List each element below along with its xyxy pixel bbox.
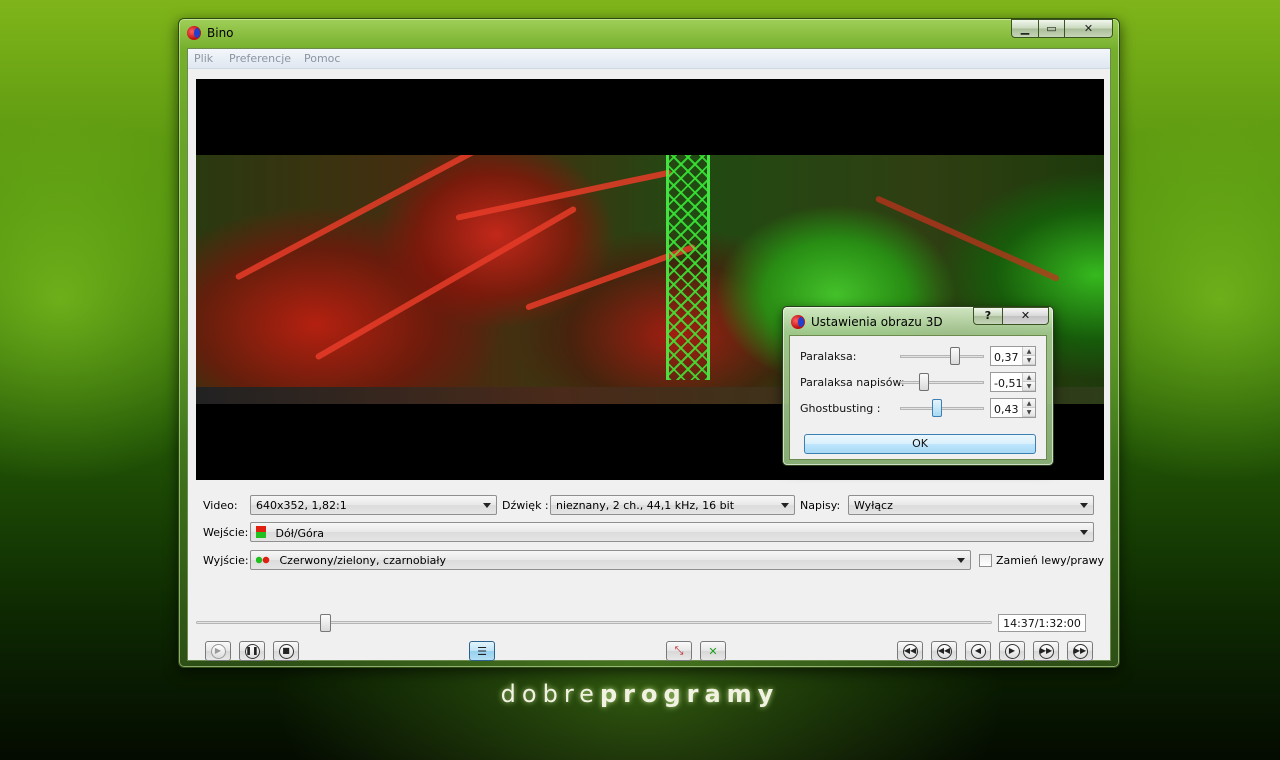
spin-down-icon[interactable]: ▼	[1023, 356, 1035, 365]
ghostbusting-slider[interactable]	[900, 407, 984, 410]
output-combo[interactable]: Czerwony/zielony, czarnobiały	[250, 550, 971, 570]
parallax-label: Paralaksa:	[800, 350, 857, 363]
subtitles-label: Napisy:	[800, 499, 841, 512]
audio-combo[interactable]: nieznany, 2 ch., 44,1 kHz, 16 bit	[550, 495, 795, 515]
app-icon	[791, 315, 805, 329]
seek-back-10min-icon: ◀◀	[902, 643, 918, 659]
dialog-client: Paralaksa: 0,37 ▲ ▼ Paralaksa napisów: -0…	[789, 335, 1047, 460]
subtitle-parallax-slider-thumb[interactable]	[919, 373, 930, 391]
seek-fwd-10min-button[interactable]: ▶▶	[1067, 641, 1093, 661]
seek-fwd-1min-button[interactable]: ▶▶	[1033, 641, 1059, 661]
video-label: Video:	[203, 499, 238, 512]
brand-watermark: dobreprogramy	[0, 680, 1280, 708]
subtitle-parallax-spinbox[interactable]: -0,51 ▲ ▼	[990, 372, 1036, 392]
dialog-close-button[interactable]: ✕	[1003, 307, 1049, 325]
spin-down-icon[interactable]: ▼	[1023, 382, 1035, 391]
play-button[interactable]: ▶	[205, 641, 231, 661]
ok-button[interactable]: OK	[804, 434, 1036, 454]
window-title: Bino	[207, 26, 234, 40]
pause-button[interactable]: ❚❚	[239, 641, 265, 661]
help-button[interactable]: ?	[973, 307, 1003, 325]
ghostbusting-spinbox[interactable]: 0,43 ▲ ▼	[990, 398, 1036, 418]
spin-down-icon[interactable]: ▼	[1023, 408, 1035, 417]
chevron-down-icon	[1080, 503, 1088, 508]
minimize-button[interactable]: ▁	[1011, 19, 1039, 38]
swap-eyes-checkbox[interactable]	[979, 554, 992, 567]
ghostbusting-slider-thumb[interactable]	[931, 399, 942, 417]
center-button[interactable]: ✕	[700, 641, 726, 661]
top-bottom-icon	[256, 526, 266, 538]
pause-icon: ❚❚	[244, 643, 260, 659]
seek-back-1min-icon: ◀◀	[936, 643, 952, 659]
fullscreen-button[interactable]: ⤡	[666, 641, 692, 661]
maximize-button[interactable]: ▭	[1039, 19, 1065, 38]
window-controls: ▁ ▭ ✕	[1011, 19, 1113, 38]
parallax-slider[interactable]	[900, 355, 984, 358]
seek-back-10s-icon: ◀	[970, 643, 986, 659]
brand-bold: programy	[599, 680, 780, 708]
anaglyph-icon	[256, 556, 270, 564]
subtitle-parallax-row: Paralaksa napisów: -0,51 ▲ ▼	[800, 372, 1040, 392]
seek-slider-thumb[interactable]	[320, 614, 332, 632]
chevron-down-icon	[1080, 530, 1088, 535]
input-label: Wejście:	[203, 526, 249, 539]
spin-up-icon[interactable]: ▲	[1023, 347, 1035, 356]
parallax-value: 0,37	[994, 351, 1019, 364]
ghostbusting-row: Ghostbusting : 0,43 ▲ ▼	[800, 398, 1040, 418]
spin-up-icon[interactable]: ▲	[1023, 373, 1035, 382]
seek-back-10s-button[interactable]: ◀	[965, 641, 991, 661]
audio-combo-value: nieznany, 2 ch., 44,1 kHz, 16 bit	[556, 499, 735, 512]
swap-eyes-label: Zamień lewy/prawy	[996, 554, 1105, 567]
menu-preferencje[interactable]: Preferencje	[229, 52, 291, 65]
menu-bar: Plik Preferencje Pomoc	[188, 49, 1110, 69]
menu-pomoc[interactable]: Pomoc	[304, 52, 340, 65]
title-bar[interactable]: Bino ▁ ▭ ✕	[179, 19, 1119, 47]
fullscreen-icon: ⤡	[674, 644, 684, 657]
seek-back-1min-button[interactable]: ◀◀	[931, 641, 957, 661]
playlist-icon: ☰	[477, 644, 487, 658]
subtitle-parallax-label: Paralaksa napisów:	[800, 376, 905, 389]
playlist-button[interactable]: ☰	[469, 641, 495, 661]
spin-up-icon[interactable]: ▲	[1023, 399, 1035, 408]
brand-light: dobre	[500, 680, 600, 708]
play-icon: ▶	[210, 643, 226, 659]
ghostbusting-label: Ghostbusting :	[800, 402, 881, 415]
chevron-down-icon	[957, 558, 965, 563]
chevron-down-icon	[483, 503, 491, 508]
input-combo-value: Dół/Góra	[275, 527, 325, 540]
subtitle-parallax-value: -0,51	[994, 377, 1023, 390]
seek-fwd-10s-icon: ▶	[1004, 643, 1020, 659]
subtitles-combo[interactable]: Wyłącz	[848, 495, 1094, 515]
video-combo-value: 640x352, 1,82:1	[256, 499, 347, 512]
chevron-down-icon	[781, 503, 789, 508]
parallax-row: Paralaksa: 0,37 ▲ ▼	[800, 346, 1040, 366]
subtitles-combo-value: Wyłącz	[854, 499, 893, 512]
subtitle-parallax-slider[interactable]	[900, 381, 984, 384]
output-label: Wyjście:	[203, 554, 249, 567]
input-combo[interactable]: Dół/Góra	[250, 522, 1094, 542]
time-display: 14:37/1:32:00	[998, 614, 1086, 632]
seek-slider[interactable]	[196, 621, 992, 624]
stop-button[interactable]: ■	[273, 641, 299, 661]
video-combo[interactable]: 640x352, 1,82:1	[250, 495, 497, 515]
center-icon: ✕	[708, 644, 718, 658]
close-button[interactable]: ✕	[1065, 19, 1113, 38]
parallax-slider-thumb[interactable]	[949, 347, 960, 365]
stop-icon: ■	[278, 643, 294, 659]
audio-label: Dźwięk :	[502, 499, 549, 512]
ghostbusting-value: 0,43	[994, 403, 1019, 416]
seek-fwd-10s-button[interactable]: ▶	[999, 641, 1025, 661]
menu-plik[interactable]: Plik	[194, 52, 213, 65]
output-combo-value: Czerwony/zielony, czarnobiały	[279, 554, 447, 567]
parallax-spinbox[interactable]: 0,37 ▲ ▼	[990, 346, 1036, 366]
3d-settings-dialog: Ustawienia obrazu 3D ? ✕ Paralaksa: 0,37…	[782, 306, 1054, 466]
app-icon	[187, 26, 201, 40]
seek-back-10min-button[interactable]: ◀◀	[897, 641, 923, 661]
seek-fwd-10min-icon: ▶▶	[1072, 643, 1088, 659]
seek-fwd-1min-icon: ▶▶	[1038, 643, 1054, 659]
dialog-title: Ustawienia obrazu 3D	[811, 315, 943, 329]
